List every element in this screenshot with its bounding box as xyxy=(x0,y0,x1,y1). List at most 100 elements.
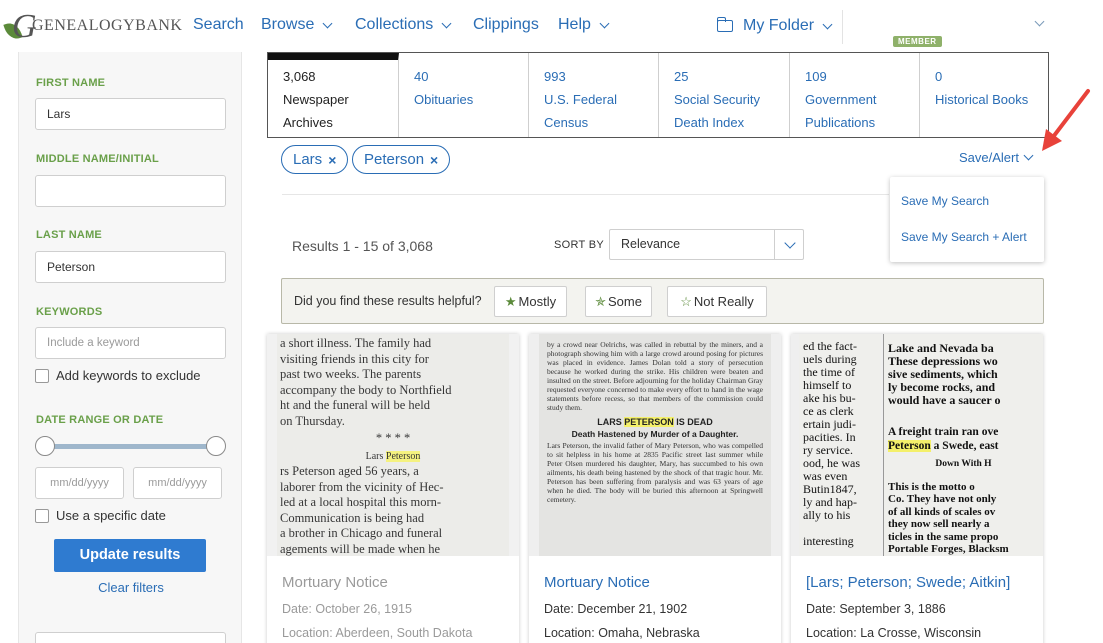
newspaper-clipping-thumbnail[interactable]: ed the fact-uels during the time of himsel… xyxy=(791,334,1043,556)
remove-chip-icon[interactable]: × xyxy=(430,152,438,168)
chevron-down-icon xyxy=(822,19,833,29)
date-range-end-handle[interactable] xyxy=(206,436,226,456)
tab-label: U.S. Federal xyxy=(544,92,617,107)
clipping-name-heading: Lars Peterson xyxy=(280,449,506,465)
first-name-input[interactable]: Lars xyxy=(35,98,226,130)
my-folder-button[interactable]: My Folder xyxy=(716,17,833,35)
clipping-line: Co. They have not only xyxy=(888,493,997,505)
top-navigation: G GENEALOGYBANK Search Browse Collection… xyxy=(0,0,1103,52)
tab-historical-books[interactable]: 0 Historical Books xyxy=(920,53,1048,137)
keywords-label: KEYWORDS xyxy=(36,306,103,318)
clipping-text: a short illness. The family had visiting … xyxy=(280,336,506,429)
result-card[interactable]: a short illness. The family had visiting … xyxy=(267,334,519,643)
feedback-not-really-button[interactable]: ☆ Not Really xyxy=(667,286,767,317)
clipping-asterisks: * * * * xyxy=(375,431,411,445)
remove-chip-icon[interactable]: × xyxy=(328,152,336,168)
clipping-line: ht and the funeral will be held xyxy=(280,398,430,412)
sidebar-extra-field[interactable] xyxy=(35,632,226,643)
star-outline-icon: ☆ xyxy=(680,293,692,309)
specific-date-checkbox[interactable]: Use a specific date xyxy=(35,508,166,523)
result-title[interactable]: Mortuary Notice xyxy=(282,574,388,591)
member-badge: MEMBER xyxy=(893,36,942,47)
tab-obituaries[interactable]: 40 Obituaries xyxy=(399,53,529,137)
result-card[interactable]: ed the fact-uels during the time of himsel… xyxy=(791,334,1043,643)
tab-label: Death Index xyxy=(674,115,745,130)
clipping-line: on Thursday. xyxy=(280,413,345,428)
date-range-slider-track[interactable] xyxy=(45,444,215,449)
folder-icon xyxy=(716,17,733,32)
date-from-input[interactable]: mm/dd/yyyy xyxy=(35,467,124,499)
feedback-some-label: Some xyxy=(607,294,642,309)
last-name-input[interactable]: Peterson xyxy=(35,251,226,283)
feedback-some-button[interactable]: ✯ Some xyxy=(585,286,652,317)
nav-browse[interactable]: Browse xyxy=(261,16,333,34)
nav-help[interactable]: Help xyxy=(558,16,610,34)
save-my-search-menu-item[interactable]: Save My Search xyxy=(901,194,989,208)
checkbox-box[interactable] xyxy=(35,368,49,383)
tab-label: Publications xyxy=(805,115,876,130)
chevron-down-icon xyxy=(322,18,333,28)
clear-filters-link[interactable]: Clear filters xyxy=(19,580,243,595)
nav-search[interactable]: Search xyxy=(193,16,244,34)
feedback-mostly-label: Mostly xyxy=(518,294,557,309)
tab-label: Census xyxy=(544,115,589,130)
newspaper-clipping-thumbnail[interactable]: by a crowd near Oelrichs, was called in … xyxy=(529,334,781,556)
clipping-line: interesting xyxy=(803,534,854,548)
result-title[interactable]: Mortuary Notice xyxy=(544,574,650,591)
clipping-headline-post: a Swede, east xyxy=(933,440,999,452)
result-card[interactable]: by a crowd near Oelrichs, was called in … xyxy=(529,334,781,643)
tab-social-security-death-index[interactable]: 25 Social Security Death Index xyxy=(659,53,790,137)
nav-clippings[interactable]: Clippings xyxy=(473,16,539,34)
tab-newspaper-archives[interactable]: 3,068 Newspaper Archives xyxy=(268,53,399,137)
sort-selected-value: Relevance xyxy=(621,237,681,251)
chip-label: Peterson xyxy=(364,151,425,168)
clipping-headline: A freight train ran ove Peterson a Swede… xyxy=(888,425,1039,453)
date-range-start-handle[interactable] xyxy=(35,436,55,456)
middle-name-input[interactable] xyxy=(35,175,226,207)
filter-chip-lars[interactable]: Lars × xyxy=(281,145,349,174)
clipping-text: by a crowd near Oelrichs, was called in … xyxy=(547,340,763,412)
chevron-down-icon xyxy=(1023,150,1034,161)
tab-count: 25 xyxy=(674,69,689,84)
keywords-input[interactable]: Include a keyword xyxy=(35,327,226,359)
newspaper-clipping-thumbnail[interactable]: a short illness. The family had visiting … xyxy=(267,334,519,556)
checkbox-box[interactable] xyxy=(35,508,49,523)
update-results-button[interactable]: Update results xyxy=(54,539,206,572)
clipping-line: Portable Forges, Blacksm xyxy=(888,543,1009,555)
account-menu-chevron-icon[interactable] xyxy=(1034,16,1045,27)
exclude-keywords-label: Add keywords to exclude xyxy=(56,368,201,383)
clipping-text: ed the fact-uels during the time of himsel… xyxy=(803,340,877,548)
middle-name-label: MIDDLE NAME/INITIAL xyxy=(36,153,159,165)
clipping-line: Communication is being had xyxy=(280,510,425,525)
clipping-line: would have a saucer o xyxy=(888,393,1001,407)
exclude-keywords-checkbox[interactable]: Add keywords to exclude xyxy=(35,368,201,383)
clipping-line: This is the motto o xyxy=(888,480,975,493)
star-half-icon: ✯ xyxy=(595,293,606,309)
sort-by-select[interactable]: Relevance xyxy=(609,229,804,260)
date-to-input[interactable]: mm/dd/yyyy xyxy=(133,467,222,499)
clipping-line: rs Peterson aged 56 years, a xyxy=(280,464,419,478)
red-arrow-annotation-icon xyxy=(1042,89,1090,151)
clipping-line: of all kinds of scales ov xyxy=(888,505,996,518)
select-separator xyxy=(774,230,775,259)
result-title[interactable]: [Lars; Peterson; Swede; Aitkin] xyxy=(806,574,1010,591)
nav-browse-label: Browse xyxy=(261,16,315,33)
clipping-highlight: PETERSON xyxy=(624,417,674,427)
nav-help-label: Help xyxy=(558,16,591,33)
save-alert-button[interactable]: Save/Alert xyxy=(959,150,1034,165)
tab-us-federal-census[interactable]: 993 U.S. Federal Census xyxy=(529,53,659,137)
feedback-not-really-label: Not Really xyxy=(693,294,754,309)
clipping-line: ally to his xyxy=(803,508,851,522)
clipping-text: rs Peterson aged 56 years, a laborer from… xyxy=(280,464,506,556)
clipping-line: ticles in the same propo xyxy=(888,530,999,543)
tab-government-publications[interactable]: 109 Government Publications xyxy=(790,53,920,137)
filter-chip-peterson[interactable]: Peterson × xyxy=(352,145,451,174)
genealogybank-logo[interactable]: G GENEALOGYBANK xyxy=(3,6,182,46)
clipping-text: This is the motto o Co. They have not onl… xyxy=(888,481,1039,556)
nav-collections[interactable]: Collections xyxy=(355,16,452,34)
clipping-line: laborer from the vicinity of Hec- xyxy=(280,479,444,494)
sort-by-label: SORT BY xyxy=(554,239,604,251)
save-my-search-alert-menu-item[interactable]: Save My Search + Alert xyxy=(901,230,1027,244)
feedback-mostly-button[interactable]: ★ Mostly xyxy=(494,286,567,317)
clipping-headline-text: A freight train ran ove xyxy=(888,426,999,438)
